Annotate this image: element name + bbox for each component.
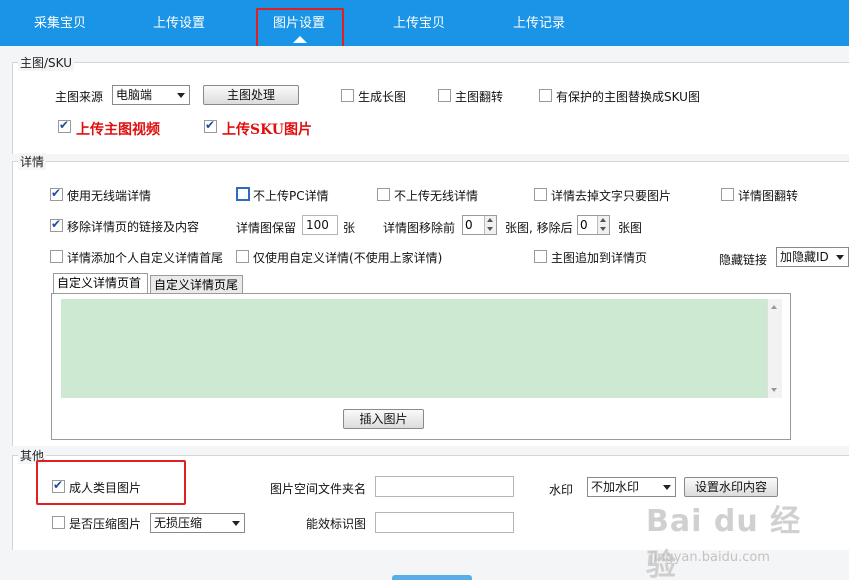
- caret-up-icon: [487, 218, 493, 222]
- no-wireless-checkbox[interactable]: [377, 188, 390, 201]
- no-wireless-label: 不上传无线详情: [394, 189, 479, 203]
- use-wireless-label: 使用无线端详情: [67, 189, 152, 203]
- main-to-detail-label: 主图追加到详情页: [551, 251, 648, 265]
- protected-checkbox[interactable]: [539, 89, 552, 102]
- remove-links-checkbox[interactable]: [50, 217, 63, 232]
- remove-before-stepper[interactable]: 0: [462, 215, 497, 235]
- watermark-label: 水印: [549, 483, 574, 497]
- main-source-select[interactable]: 电脑端: [112, 85, 190, 105]
- tab-collect[interactable]: 采集宝贝: [34, 12, 86, 31]
- remove-links-label: 移除详情页的链接及内容: [67, 220, 200, 234]
- main-image-legend: 主图/SKU: [18, 54, 74, 71]
- remove-before-value: 0: [465, 218, 473, 232]
- main-process-button[interactable]: 主图处理: [203, 85, 299, 105]
- folder-input[interactable]: [375, 476, 514, 497]
- main-source-label: 主图来源: [55, 90, 104, 104]
- upload-video-checkbox[interactable]: [58, 118, 71, 133]
- adult-checkbox[interactable]: [52, 478, 65, 493]
- add-custom-checkbox[interactable]: [50, 250, 63, 263]
- tab-custom-header[interactable]: 自定义详情页首: [53, 273, 148, 294]
- strip-text-checkbox[interactable]: [534, 188, 547, 201]
- tab-upload-log[interactable]: 上传记录: [513, 12, 565, 31]
- compress-label: 是否压缩图片: [69, 517, 142, 531]
- remove-after-unit: 张图: [618, 221, 643, 235]
- chevron-down-icon: [232, 521, 240, 526]
- watermark-select[interactable]: 不加水印: [587, 477, 676, 497]
- main-source-value: 电脑端: [116, 88, 153, 102]
- upload-video-label: 上传主图视频: [76, 122, 160, 138]
- detail-flip-checkbox[interactable]: [721, 188, 734, 201]
- gen-long-checkbox[interactable]: [341, 89, 354, 102]
- caret-down-icon: [487, 227, 493, 231]
- custom-detail-editor[interactable]: [61, 299, 767, 398]
- chevron-down-icon: [836, 255, 844, 260]
- compress-select[interactable]: 无损压缩: [150, 513, 245, 533]
- no-pc-checkbox[interactable]: [236, 187, 250, 201]
- hidden-link-select[interactable]: 加隐藏ID: [776, 247, 849, 267]
- main-flip-checkbox[interactable]: [438, 89, 451, 102]
- baidu-jingyan-watermark: Bai du 经验 jingyan.baidu.com: [646, 496, 806, 580]
- tab-upload-items[interactable]: 上传宝贝: [393, 12, 445, 31]
- chevron-down-icon: [177, 93, 185, 98]
- scroll-down-icon[interactable]: [771, 388, 777, 392]
- watermark-value: 不加水印: [591, 480, 640, 494]
- top-nav: 采集宝贝 上传设置 图片设置 上传宝贝 上传记录: [0, 0, 849, 46]
- bottom-save-button[interactable]: [392, 575, 472, 580]
- efficacy-label: 能效标识图: [306, 517, 367, 531]
- caret-down-icon: [600, 227, 606, 231]
- detail-flip-label: 详情图翻转: [738, 189, 799, 203]
- hidden-link-value: 加隐藏ID: [780, 250, 829, 264]
- remove-after-label: 张图, 移除后: [505, 221, 573, 235]
- caret-up-icon: [600, 218, 606, 222]
- main-flip-label: 主图翻转: [455, 90, 504, 104]
- tab-custom-footer[interactable]: 自定义详情页尾: [150, 275, 243, 295]
- compress-checkbox[interactable]: [52, 516, 65, 529]
- folder-label: 图片空间文件夹名: [270, 482, 367, 496]
- scroll-up-icon[interactable]: [771, 305, 777, 309]
- chevron-down-icon: [663, 485, 671, 490]
- keep-unit: 张: [343, 221, 356, 235]
- keep-label: 详情图保留: [236, 221, 297, 235]
- watermark-settings-button[interactable]: 设置水印内容: [684, 477, 778, 497]
- adult-label: 成人类目图片: [69, 481, 142, 495]
- keep-input[interactable]: 100: [302, 215, 338, 235]
- no-pc-label: 不上传PC详情: [253, 189, 329, 203]
- detail-legend: 详情: [18, 153, 47, 170]
- protected-label: 有保护的主图替换成SKU图: [556, 90, 700, 104]
- main-image-group: [12, 62, 849, 154]
- remove-after-stepper[interactable]: 0: [577, 215, 610, 235]
- insert-image-button[interactable]: 插入图片: [343, 409, 424, 429]
- upload-sku-checkbox[interactable]: [204, 118, 217, 133]
- gen-long-label: 生成长图: [358, 90, 407, 104]
- add-custom-label: 详情添加个人自定义详情首尾: [67, 251, 224, 265]
- main-to-detail-checkbox[interactable]: [534, 250, 547, 263]
- only-custom-label: 仅使用自定义详情(不使用上家详情): [253, 251, 443, 265]
- use-wireless-checkbox[interactable]: [50, 186, 63, 201]
- efficacy-input[interactable]: [375, 512, 514, 533]
- stepper-buttons[interactable]: [484, 216, 496, 234]
- hidden-link-label: 隐藏链接: [719, 253, 768, 267]
- remove-before-label: 详情图移除前: [383, 221, 456, 235]
- stepper-buttons[interactable]: [597, 216, 609, 234]
- editor-scrollbar[interactable]: [767, 299, 782, 398]
- upload-sku-label: 上传SKU图片: [222, 122, 312, 138]
- only-custom-checkbox[interactable]: [236, 250, 249, 263]
- watermark-logo: Bai du 经验: [646, 504, 802, 580]
- tab-upload-settings[interactable]: 上传设置: [153, 12, 205, 31]
- strip-text-label: 详情去掉文字只要图片: [551, 189, 672, 203]
- watermark-url: jingyan.baidu.com: [650, 550, 770, 565]
- compress-value: 无损压缩: [154, 516, 203, 530]
- remove-after-value: 0: [580, 218, 588, 232]
